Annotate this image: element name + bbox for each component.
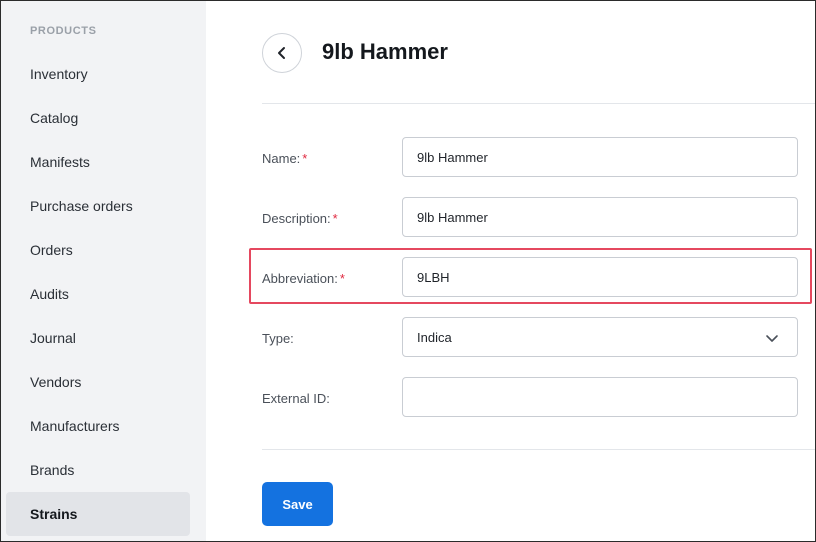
app-window: PRODUCTS Inventory Catalog Manifests Pur… xyxy=(0,0,816,542)
sidebar-item-catalog[interactable]: Catalog xyxy=(6,96,190,140)
description-label: Description: * xyxy=(262,211,338,226)
sidebar-item-journal[interactable]: Journal xyxy=(6,316,190,360)
sidebar-item-inventory[interactable]: Inventory xyxy=(6,52,190,96)
sidebar-item-label: Manufacturers xyxy=(30,418,120,434)
sidebar-heading: PRODUCTS xyxy=(30,25,97,37)
abbreviation-input[interactable] xyxy=(402,257,798,297)
name-input[interactable] xyxy=(402,137,798,177)
type-select-value: Indica xyxy=(417,329,452,345)
external-id-input[interactable] xyxy=(402,377,798,417)
sidebar: PRODUCTS Inventory Catalog Manifests Pur… xyxy=(1,1,206,541)
form-divider xyxy=(262,449,815,450)
description-input[interactable] xyxy=(402,197,798,237)
required-mark: * xyxy=(332,211,338,226)
required-mark: * xyxy=(302,151,308,166)
sidebar-item-label: Inventory xyxy=(30,66,88,82)
type-label: Type: xyxy=(262,331,294,346)
sidebar-item-label: Strains xyxy=(30,506,78,522)
sidebar-item-strains[interactable]: Strains xyxy=(6,492,190,536)
save-button[interactable]: Save xyxy=(262,482,333,526)
external-id-label: External ID: xyxy=(262,391,330,406)
sidebar-item-audits[interactable]: Audits xyxy=(6,272,190,316)
sidebar-item-purchase-orders[interactable]: Purchase orders xyxy=(6,184,190,228)
chevron-down-icon xyxy=(766,335,778,342)
sidebar-item-orders[interactable]: Orders xyxy=(6,228,190,272)
sidebar-item-label: Manifests xyxy=(30,154,90,170)
header-divider xyxy=(262,103,815,104)
sidebar-item-vendors[interactable]: Vendors xyxy=(6,360,190,404)
sidebar-item-label: Vendors xyxy=(30,374,82,390)
sidebar-item-label: Brands xyxy=(30,462,75,478)
page-title: 9lb Hammer xyxy=(322,39,448,64)
chevron-left-icon xyxy=(278,47,285,59)
main-content: 9lb Hammer Name:* Description:* Abbrevia… xyxy=(206,1,815,541)
abbreviation-label: Abbreviation: * xyxy=(262,271,345,286)
back-button[interactable] xyxy=(262,33,302,73)
sidebar-item-label: Journal xyxy=(30,330,76,346)
sidebar-item-label: Catalog xyxy=(30,110,79,126)
sidebar-item-label: Orders xyxy=(30,242,73,258)
name-label: Name: * xyxy=(262,151,308,166)
sidebar-item-label: Purchase orders xyxy=(30,198,133,214)
type-select[interactable]: Indica xyxy=(402,317,798,357)
sidebar-item-brands[interactable]: Brands xyxy=(6,448,190,492)
required-mark: * xyxy=(339,271,345,286)
sidebar-item-manufacturers[interactable]: Manufacturers xyxy=(6,404,190,448)
sidebar-item-label: Audits xyxy=(30,286,69,302)
sidebar-item-manifests[interactable]: Manifests xyxy=(6,140,190,184)
